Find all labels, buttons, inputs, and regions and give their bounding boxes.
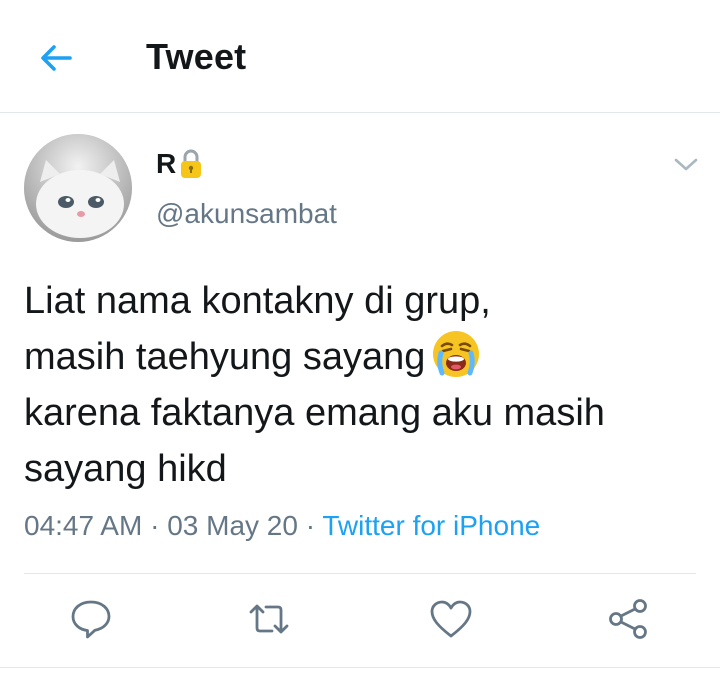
meta-separator: · bbox=[150, 510, 160, 541]
tweet-actions bbox=[0, 596, 720, 646]
tweet-text-line-content: masih taehyung sayang bbox=[24, 336, 426, 378]
tweet-text-line: Liat nama kontakny di grup, bbox=[24, 280, 491, 322]
divider bbox=[24, 573, 696, 574]
reply-icon[interactable] bbox=[68, 596, 114, 642]
retweet-icon[interactable] bbox=[246, 596, 292, 642]
author-name-text: R bbox=[156, 148, 177, 179]
tweet-text: Liat nama kontakny di grup, masih taehyu… bbox=[24, 273, 704, 497]
tweet-text-line: karena faktanya emang aku masih bbox=[24, 392, 605, 434]
avatar[interactable] bbox=[24, 134, 132, 242]
tweet-date: 03 May 20 bbox=[167, 510, 298, 541]
page-title: Tweet bbox=[146, 36, 247, 77]
tweet-text-line: sayang hikd bbox=[24, 448, 227, 490]
chevron-down-icon[interactable] bbox=[670, 150, 702, 178]
top-bar: Tweet bbox=[0, 0, 720, 113]
tweet-text-line: masih taehyung sayang bbox=[24, 329, 704, 385]
like-icon[interactable] bbox=[428, 596, 474, 642]
meta-separator: · bbox=[305, 510, 316, 541]
author-handle[interactable]: @akunsambat bbox=[156, 198, 337, 230]
lock-icon bbox=[179, 148, 203, 180]
divider bbox=[0, 667, 720, 668]
author-display-name[interactable]: R bbox=[156, 148, 203, 180]
share-icon[interactable] bbox=[606, 596, 652, 642]
tweet-time: 04:47 AM bbox=[24, 510, 143, 541]
tweet-meta: 04:47 AM · 03 May 20 · Twitter for iPhon… bbox=[24, 510, 540, 542]
back-arrow-icon[interactable] bbox=[36, 38, 76, 78]
tweet-source-link[interactable]: Twitter for iPhone bbox=[322, 510, 540, 541]
loudly-crying-face-icon bbox=[431, 329, 481, 379]
